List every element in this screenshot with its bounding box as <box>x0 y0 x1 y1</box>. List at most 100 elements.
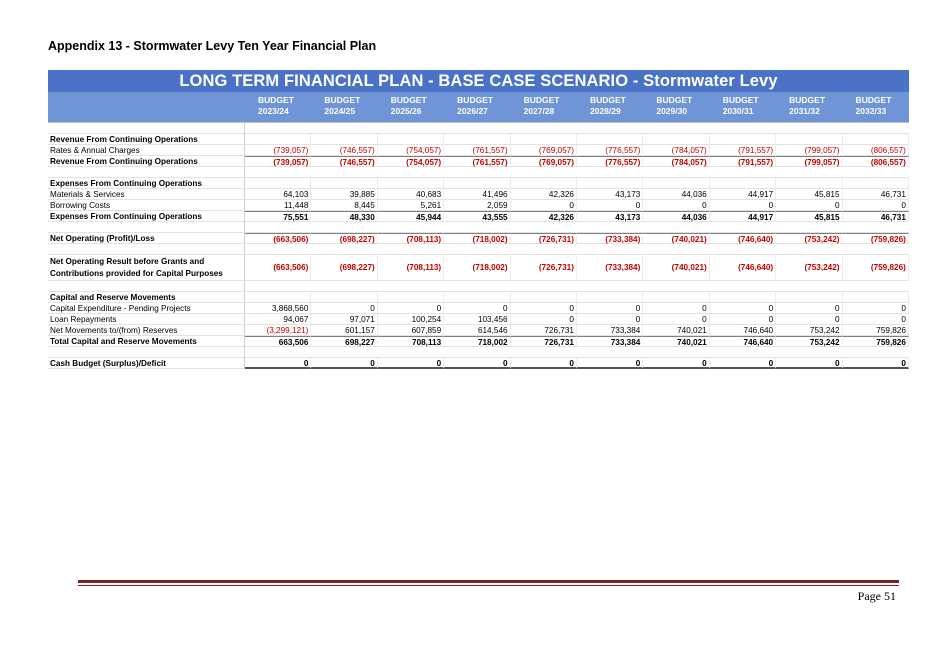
value-cell: 0 <box>776 358 843 369</box>
value-cell <box>776 178 843 189</box>
column-header-top: BUDGET <box>722 95 759 105</box>
value-cell <box>709 178 777 189</box>
table-row: Borrowing Costs 11,448 8,445 5,261 2,059 0 0 0 0… <box>48 200 909 211</box>
value-cell: 0 <box>643 200 710 211</box>
value-cell: (769,057) <box>510 156 577 167</box>
column-header-year: 2023/24 <box>258 106 289 116</box>
value-cell: (698,227) <box>311 233 378 244</box>
value-cell <box>709 134 777 145</box>
value-cell: 8,445 <box>311 200 378 211</box>
row-label: Total Capital and Reserve Movements <box>48 336 245 347</box>
row-label: Revenue From Continuing Operations <box>48 156 245 167</box>
value-cell: 39,885 <box>311 189 378 200</box>
value-cell: 740,021 <box>643 336 710 347</box>
value-cell: (746,557) <box>311 156 378 167</box>
column-header-top: BUDGET <box>656 95 693 105</box>
row-label: Expenses From Continuing Operations <box>48 211 245 222</box>
value-cell: 45,815 <box>776 211 843 222</box>
value-cell: 75,551 <box>245 211 312 222</box>
value-cell: 43,173 <box>576 189 644 200</box>
value-cell: 726,731 <box>510 325 577 336</box>
table-row: Capital Expenditure - Pending Projects 3,… <box>48 303 909 314</box>
table-banner: LONG TERM FINANCIAL PLAN - BASE CASE SCE… <box>48 70 909 92</box>
value-cell: (806,557) <box>842 145 909 156</box>
value-cell: 48,330 <box>311 211 378 222</box>
column-header-top: BUDGET <box>324 95 361 105</box>
table-row: Expenses From Continuing Operations 75,55… <box>48 211 909 222</box>
value-cell <box>842 178 909 189</box>
value-cell <box>643 292 710 303</box>
value-cell: 43,555 <box>444 211 511 222</box>
footer-rule-thin <box>78 585 899 586</box>
value-cell: (733,384) <box>576 233 644 244</box>
value-cell <box>245 134 312 145</box>
row-label: Cash Budget (Surplus)/Deficit <box>48 358 245 369</box>
value-cell: (806,557) <box>842 156 909 167</box>
column-header-year: 2030/31 <box>722 106 754 116</box>
value-cell: (726,731) <box>510 233 577 244</box>
value-cell: 41,496 <box>444 189 511 200</box>
value-cell: (791,557) <box>709 156 777 167</box>
row-label: Capital Expenditure - Pending Projects <box>48 303 245 314</box>
value-cell: 0 <box>576 303 644 314</box>
value-cell: (708,113) <box>377 233 445 244</box>
table-row: Revenue From Continuing Operations (739,0… <box>48 156 909 167</box>
value-cell: 0 <box>709 358 777 369</box>
value-cell <box>377 134 445 145</box>
value-cell: (784,057) <box>643 156 710 167</box>
column-header: BUDGET 2029/30 <box>643 92 709 122</box>
value-cell: 0 <box>377 303 445 314</box>
column-header-year: 2029/30 <box>656 106 688 116</box>
row-label: Loan Repayments <box>48 314 245 325</box>
value-cell: 100,254 <box>377 314 445 325</box>
value-cell: 0 <box>245 358 312 369</box>
value-cell: (776,557) <box>576 145 644 156</box>
value-cell: 0 <box>842 200 909 211</box>
value-cell: 0 <box>510 358 577 369</box>
column-header: BUDGET 2028/29 <box>577 92 643 122</box>
value-cell <box>510 134 577 145</box>
value-cell: 746,640 <box>709 325 777 336</box>
value-cell <box>377 178 445 189</box>
value-cell: 0 <box>776 200 843 211</box>
value-cell: 663,506 <box>245 336 312 347</box>
value-cell: (739,057) <box>245 156 312 167</box>
column-header-top: BUDGET <box>523 95 560 105</box>
value-cell: 3,868,560 <box>245 303 312 314</box>
value-cell: 0 <box>643 314 710 325</box>
value-cell: 698,227 <box>311 336 378 347</box>
table-body: Revenue From Continuing Operations Rates … <box>48 123 909 369</box>
value-cell <box>709 292 777 303</box>
table-row: Net Movements to/(from) Reserves (3,299,1… <box>48 325 909 336</box>
value-cell: 64,103 <box>245 189 312 200</box>
row-label-line1: Net Operating Result before Grants and <box>50 257 205 266</box>
value-cell: 726,731 <box>510 336 577 347</box>
value-cell: 601,157 <box>311 325 378 336</box>
value-cell: 753,242 <box>776 325 843 336</box>
value-cell <box>311 134 378 145</box>
table-row: Rates & Annual Charges (739,057) (746,557)… <box>48 145 909 156</box>
value-cell: 44,036 <box>643 189 710 200</box>
column-header-top: BUDGET <box>457 95 494 105</box>
value-cell <box>510 292 577 303</box>
value-cell: 746,640 <box>709 336 777 347</box>
value-cell: 44,917 <box>709 211 777 222</box>
row-label: Net Operating Result before Grants and Co… <box>48 255 245 281</box>
column-header-top: BUDGET <box>258 95 294 105</box>
value-cell: 11,448 <box>245 200 312 211</box>
value-cell: 740,021 <box>643 325 710 336</box>
value-cell: (739,057) <box>245 145 312 156</box>
value-cell: 2,059 <box>444 200 511 211</box>
table-row: Expenses From Continuing Operations <box>48 178 909 189</box>
value-cell: 718,002 <box>444 336 511 347</box>
column-header: BUDGET 2023/24 <box>245 92 311 122</box>
column-header-row: BUDGET 2023/24 BUDGET 2024/25 BUDGET 2025/26 B… <box>48 92 909 123</box>
spacer-row <box>48 167 909 178</box>
value-cell: (759,826) <box>842 255 909 281</box>
row-label: Revenue From Continuing Operations <box>48 134 245 145</box>
value-cell: (761,557) <box>444 145 511 156</box>
value-cell <box>444 292 511 303</box>
value-cell: 43,173 <box>576 211 644 222</box>
column-header-year: 2024/25 <box>324 106 356 116</box>
value-cell: 733,384 <box>576 325 644 336</box>
